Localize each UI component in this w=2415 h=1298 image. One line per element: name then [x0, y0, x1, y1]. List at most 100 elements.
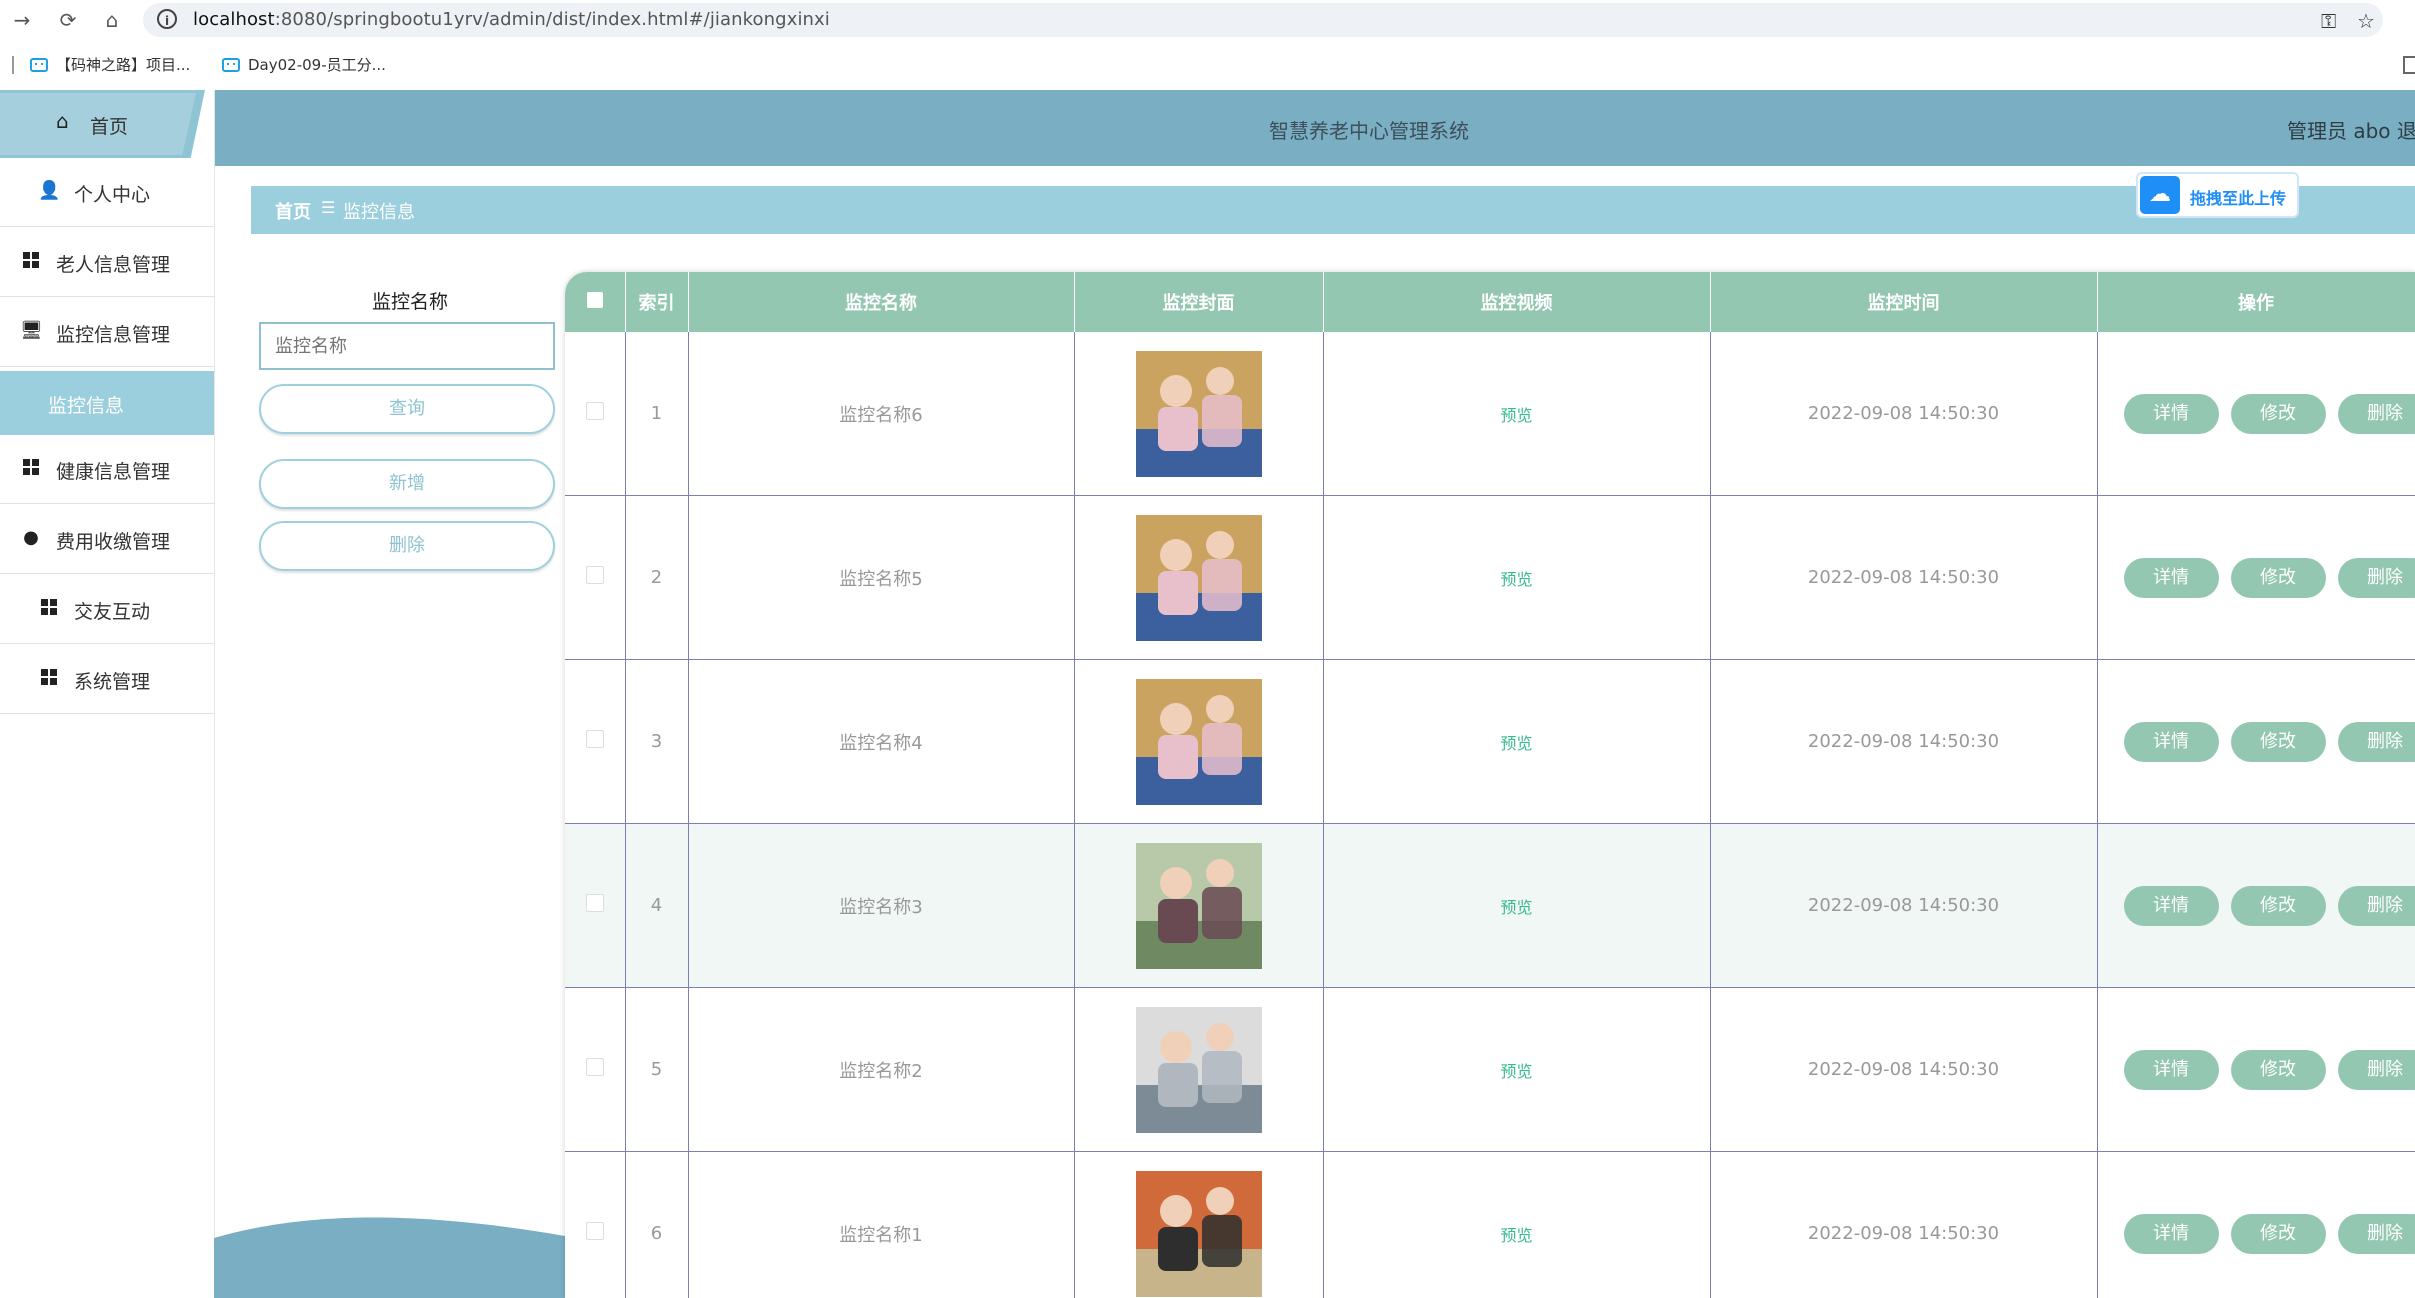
admin-info[interactable]: 管理员 abo 退 [2287, 115, 2415, 144]
sidebar-item-social[interactable]: 交友互动 [0, 575, 214, 644]
divider [12, 56, 14, 74]
edit-button[interactable]: 修改 [2230, 885, 2326, 926]
row-monitor-name: 监控名称2 [688, 987, 1075, 1152]
detail-button[interactable]: 详情 [2123, 557, 2219, 598]
sidebar-item-monitor-manage[interactable]: 🖥 监控信息管理 [0, 298, 214, 367]
column-header: 监控封面 [1074, 272, 1324, 332]
delete-button[interactable]: 删除 [2337, 557, 2414, 598]
row-checkbox[interactable] [565, 659, 626, 824]
sidebar-item-home[interactable]: ⌂ 首页 [0, 90, 205, 158]
query-button[interactable]: 查询 [259, 384, 555, 434]
edit-button[interactable]: 修改 [2230, 721, 2326, 762]
row-monitor-name: 监控名称4 [688, 659, 1075, 824]
cover-thumbnail[interactable] [1135, 678, 1262, 805]
cover-thumbnail[interactable] [1135, 350, 1262, 477]
site-info-icon[interactable]: i [157, 9, 177, 29]
detail-button[interactable]: 详情 [2123, 1049, 2219, 1090]
search-input[interactable] [259, 322, 555, 370]
preview-link[interactable]: 预览 [1500, 406, 1532, 425]
sidebar-item-label: 监控信息管理 [56, 324, 171, 346]
bookmark-item[interactable]: 【码神之路】项目... [30, 52, 190, 78]
column-header: 监控名称 [688, 272, 1075, 332]
grid-icon [38, 599, 60, 620]
row-time: 2022-09-08 14:50:30 [1710, 987, 2098, 1152]
preview-link[interactable]: 预览 [1500, 898, 1532, 917]
row-checkbox[interactable] [565, 987, 626, 1152]
sidebar-item-profile[interactable]: 👤 个人中心 [0, 158, 214, 227]
row-actions: 详情 修改 删除 [2097, 495, 2415, 660]
upload-badge-label: 拖拽至此上传 [2190, 189, 2287, 208]
delete-button[interactable]: 删除 [2337, 393, 2414, 434]
row-cover-image[interactable] [1074, 495, 1324, 660]
search-label: 监控名称 [372, 291, 449, 313]
upload-badge[interactable]: ☁ 拖拽至此上传 [2136, 172, 2299, 218]
cover-thumbnail[interactable] [1135, 1170, 1262, 1297]
row-cover-image[interactable] [1074, 659, 1324, 824]
row-cover-image[interactable] [1074, 823, 1324, 988]
cover-thumbnail[interactable] [1135, 514, 1262, 641]
row-cover-image[interactable] [1074, 1151, 1324, 1298]
forward-icon[interactable]: → [8, 6, 36, 34]
delete-button[interactable]: 删除 [2337, 1213, 2414, 1254]
all-bookmarks-icon[interactable] [2403, 56, 2415, 74]
breadcrumb-home[interactable]: 首页 [275, 198, 311, 224]
delete-button[interactable]: 删除 [2337, 885, 2414, 926]
password-key-icon[interactable]: ⚿ [2321, 9, 2336, 33]
preview-link[interactable]: 预览 [1500, 1062, 1532, 1081]
detail-button[interactable]: 详情 [2123, 721, 2219, 762]
monitor-table: 索引 监控名称 监控封面 监控视频 监控时间 操作 1 监控名称6 预览 2022-0… [565, 272, 2415, 1298]
preview-link[interactable]: 预览 [1500, 1226, 1532, 1245]
url-text[interactable]: localhost:8080/springbootu1yrv/admin/dis… [193, 9, 830, 30]
edit-button[interactable]: 修改 [2230, 1049, 2326, 1090]
column-header: 监控时间 [1710, 272, 2098, 332]
sidebar-item-health[interactable]: 健康信息管理 [0, 435, 214, 504]
edit-button[interactable]: 修改 [2230, 393, 2326, 434]
bookmark-item[interactable]: Day02-09-员工分... [222, 52, 386, 78]
sidebar-item-label: 健康信息管理 [56, 461, 171, 483]
row-index: 4 [625, 823, 689, 988]
delete-button[interactable]: 删除 [2337, 1049, 2414, 1090]
preview-link[interactable]: 预览 [1500, 734, 1532, 753]
row-checkbox[interactable] [565, 1151, 626, 1298]
column-header: 监控视频 [1323, 272, 1711, 332]
select-all-checkbox[interactable] [565, 272, 626, 332]
sidebar-item-system[interactable]: 系统管理 [0, 645, 214, 714]
row-index: 3 [625, 659, 689, 824]
row-cover-image[interactable] [1074, 332, 1324, 496]
row-checkbox[interactable] [565, 823, 626, 988]
table-row: 4 监控名称3 预览 2022-09-08 14:50:30 详情 修改 删除 [565, 823, 2415, 988]
address-bar[interactable]: i localhost:8080/springbootu1yrv/admin/d… [143, 3, 2383, 37]
row-index: 1 [625, 332, 689, 496]
top-header: 智慧养老中心管理系统 管理员 abo 退 [214, 90, 2415, 166]
sidebar-item-fees[interactable]: ● 费用收缴管理 [0, 505, 214, 574]
sidebar-subitem-monitor-info[interactable]: 监控信息 [0, 371, 214, 435]
sidebar-item-elder-info[interactable]: 老人信息管理 [0, 228, 214, 297]
row-actions: 详情 修改 删除 [2097, 987, 2415, 1152]
reload-icon[interactable]: ⟳ [54, 6, 82, 34]
bookmark-star-icon[interactable]: ☆ [2357, 9, 2375, 33]
preview-link[interactable]: 预览 [1500, 570, 1532, 589]
add-button[interactable]: 新增 [259, 459, 555, 509]
table-row: 3 监控名称4 预览 2022-09-08 14:50:30 详情 修改 删除 [565, 659, 2415, 824]
detail-button[interactable]: 详情 [2123, 1213, 2219, 1254]
home-icon: ⌂ [56, 109, 69, 133]
delete-button[interactable]: 删除 [2337, 721, 2414, 762]
row-cover-image[interactable] [1074, 987, 1324, 1152]
cover-thumbnail[interactable] [1135, 1006, 1262, 1133]
cover-thumbnail[interactable] [1135, 842, 1262, 969]
breadcrumb-current: 监控信息 [343, 202, 415, 223]
sidebar-item-label: 首页 [90, 116, 129, 138]
grid-icon [38, 669, 60, 690]
detail-button[interactable]: 详情 [2123, 885, 2219, 926]
row-time: 2022-09-08 14:50:30 [1710, 823, 2098, 988]
row-checkbox[interactable] [565, 332, 626, 496]
home-icon[interactable]: ⌂ [98, 6, 126, 34]
table-header-row: 索引 监控名称 监控封面 监控视频 监控时间 操作 [565, 272, 2415, 332]
detail-button[interactable]: 详情 [2123, 393, 2219, 434]
sidebar-item-label: 个人中心 [74, 184, 151, 206]
row-checkbox[interactable] [565, 495, 626, 660]
delete-selected-button[interactable]: 删除 [259, 521, 555, 571]
row-monitor-name: 监控名称6 [688, 332, 1075, 496]
edit-button[interactable]: 修改 [2230, 557, 2326, 598]
edit-button[interactable]: 修改 [2230, 1213, 2326, 1254]
